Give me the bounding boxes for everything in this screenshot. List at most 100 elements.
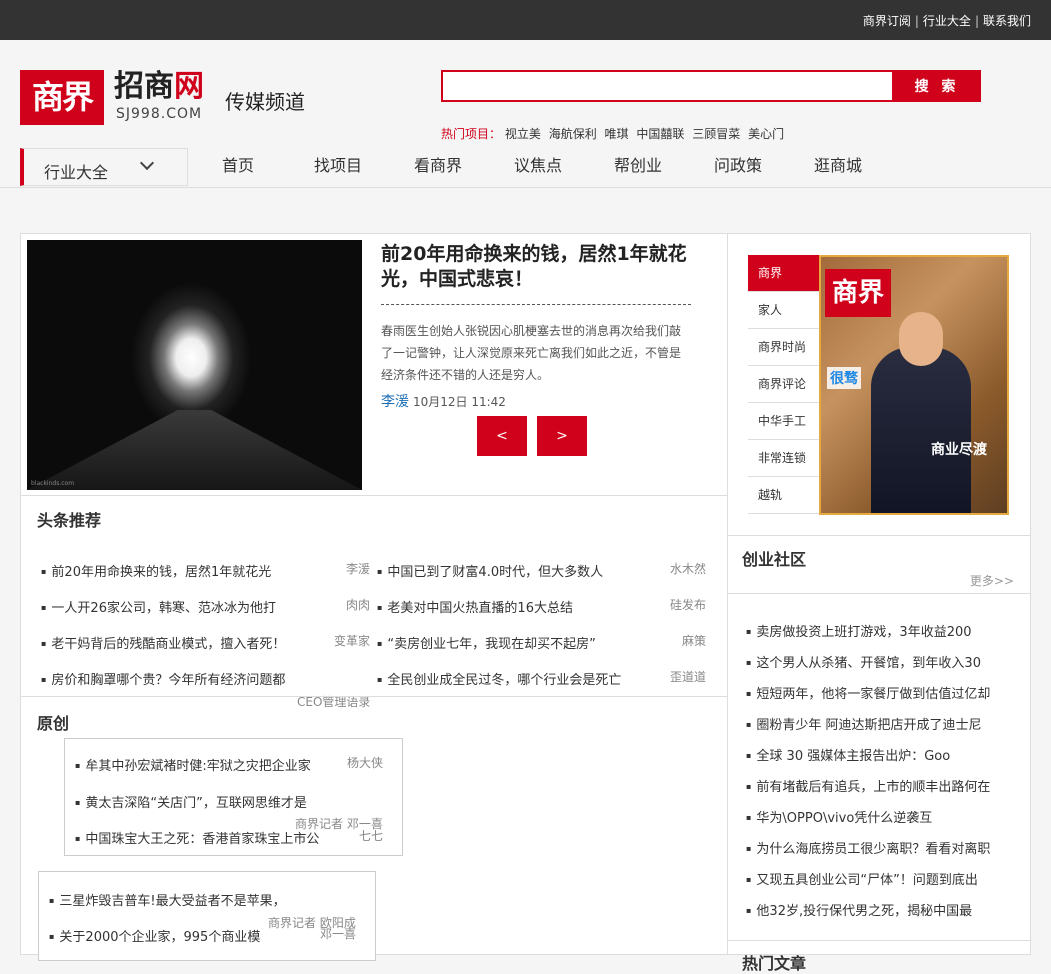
original-item[interactable]: 牟其中孙宏斌褚时健:牢狱之灾把企业家	[75, 755, 310, 774]
headline-author[interactable]: 麻策	[682, 632, 706, 649]
original-item[interactable]: 黄太吉深陷“关店门”，互联网思维才是	[75, 792, 306, 811]
community-item[interactable]: 又现五具创业公司“尸体”！问题到底出	[746, 869, 1026, 888]
section-divider	[728, 940, 1030, 941]
headline-author[interactable]: 歪道道	[670, 668, 706, 685]
community-item[interactable]: 圈粉青少年 阿迪达斯把店开成了迪士尼	[746, 714, 1026, 733]
tab-review[interactable]: 商界评论	[748, 366, 820, 403]
top-links: 商界订阅 | 行业大全 | 联系我们	[863, 12, 1031, 29]
headline-author[interactable]: 水木然	[670, 560, 706, 577]
prev-button[interactable]: <	[477, 416, 527, 456]
original-author[interactable]: 七七	[359, 827, 383, 844]
original-item[interactable]: 关于2000个企业家，995个商业模	[49, 926, 260, 945]
hot-item[interactable]: 中国囍联	[636, 127, 684, 141]
separator: |	[914, 14, 919, 28]
original-author[interactable]: 杨大侠	[347, 754, 383, 771]
original-box: 牟其中孙宏斌褚时健:牢狱之灾把企业家 杨大侠 黄太吉深陷“关店门”，互联网思维才…	[64, 738, 403, 856]
tab-chain[interactable]: 非常连锁	[748, 440, 820, 477]
nav-item-startup[interactable]: 帮创业	[614, 152, 662, 176]
nav-item-home[interactable]: 首页	[222, 152, 254, 176]
header: 商界 招商网 SJ998.COM 传媒频道 搜 索 热门项目： 视立美 海航保利…	[0, 40, 1051, 188]
headline-item[interactable]: 老干妈背后的残酷商业模式，擅入者死！	[41, 633, 285, 652]
chevron-down-icon	[139, 155, 155, 171]
hero-image[interactable]: blackinds.com	[27, 240, 362, 490]
original-title: 原创	[37, 714, 70, 733]
hot-item[interactable]: 海航保利	[549, 127, 597, 141]
nav-item-focus[interactable]: 议焦点	[514, 152, 562, 176]
magazine-logo: 商界	[825, 269, 891, 317]
hero-meta: 李湲 10月12日 11:42	[381, 391, 506, 411]
logo-domain: SJ998.COM	[116, 106, 203, 122]
hot-item[interactable]: 唯琪	[605, 127, 629, 141]
link-industry[interactable]: 行业大全	[923, 14, 971, 28]
original-item[interactable]: 三星炸毁吉普车!最大受益者不是苹果，	[49, 890, 285, 909]
link-contact[interactable]: 联系我们	[983, 14, 1031, 28]
headline-author[interactable]: 肉肉	[346, 596, 370, 613]
headline-item[interactable]: 全民创业成全民过冬，哪个行业会是死亡	[377, 669, 621, 688]
headline-item[interactable]: 房价和胸罩哪个贵？今年所有经济问题都	[41, 669, 285, 688]
main-content: blackinds.com 前20年用命换来的钱，居然1年就花光，中国式悲哀！ …	[20, 233, 729, 961]
community-item[interactable]: 他32岁,投行保代男之死，揭秘中国最	[746, 900, 1026, 919]
headline-item[interactable]: 一人开26家公司，韩寒、范冰冰为他打	[41, 597, 276, 616]
image-credit: blackinds.com	[31, 480, 75, 487]
link-subscribe[interactable]: 商界订阅	[863, 14, 911, 28]
headlines-title: 头条推荐	[37, 511, 102, 530]
more-link[interactable]: 更多>>	[970, 572, 1014, 589]
nav-item-shangjie[interactable]: 看商界	[414, 152, 462, 176]
hot-item[interactable]: 视立美	[505, 127, 541, 141]
search-bar: 搜 索	[441, 70, 981, 102]
nav-item-policy[interactable]: 问政策	[714, 152, 762, 176]
community-item[interactable]: 全球 30 强媒体主报告出炉：Goo	[746, 745, 1026, 764]
original-author[interactable]: 邓一喜	[320, 925, 356, 942]
next-section-title: 热门文章	[742, 954, 807, 973]
category-dropdown[interactable]: 行业大全	[20, 148, 188, 186]
tab-yuegui[interactable]: 越轨	[748, 477, 820, 514]
community-title: 创业社区	[742, 550, 807, 569]
logo-name-red: 网	[174, 69, 204, 104]
community-item[interactable]: 为什么海底捞员工很少离职？看看对离职	[746, 838, 1026, 857]
original-box: 三星炸毁吉普车!最大受益者不是苹果， 商界记者 欧阳成 关于2000个企业家，9…	[38, 871, 376, 961]
cover-text: 商业尽渡	[931, 442, 987, 458]
section-divider	[728, 593, 1030, 594]
headline-item[interactable]: “卖房创业七年，我现在却买不起房”	[377, 633, 595, 652]
hot-label: 热门项目：	[441, 127, 502, 141]
cover-person-body	[871, 347, 971, 513]
section-divider	[728, 535, 1030, 536]
section-divider	[21, 495, 729, 496]
hero-title[interactable]: 前20年用命换来的钱，居然1年就花光，中国式悲哀！	[381, 242, 701, 292]
cover-person-head	[899, 312, 943, 366]
nav-item-projects[interactable]: 找项目	[314, 152, 362, 176]
headline-author[interactable]: 李湲	[346, 560, 370, 577]
hot-item[interactable]: 三顾冒菜	[692, 127, 740, 141]
category-label: 行业大全	[44, 163, 109, 182]
logo-name[interactable]: 招商网	[114, 70, 204, 104]
tab-shangjie[interactable]: 商界	[748, 255, 820, 292]
headline-item[interactable]: 前20年用命换来的钱，居然1年就花光	[41, 561, 271, 580]
hot-item[interactable]: 美心门	[748, 127, 784, 141]
original-item[interactable]: 中国珠宝大王之死：香港首家珠宝上市公	[75, 828, 319, 847]
tab-family[interactable]: 家人	[748, 292, 820, 329]
tab-handcraft[interactable]: 中华手工	[748, 403, 820, 440]
community-item[interactable]: 短短两年，他将一家餐厅做到估值过亿却	[746, 683, 1026, 702]
hero-author[interactable]: 李湲	[381, 394, 409, 410]
next-button[interactable]: >	[537, 416, 587, 456]
search-input[interactable]	[441, 70, 894, 102]
nav-item-mall[interactable]: 逛商城	[814, 152, 862, 176]
headline-item[interactable]: 中国已到了财富4.0时代，但大多数人	[377, 561, 603, 580]
hero-description: 春雨医生创始人张锐因心肌梗塞去世的消息再次给我们敲了一记警钟，让人深觉原来死亡离…	[381, 324, 682, 382]
cover-headline: 很骛	[827, 367, 861, 389]
headline-author[interactable]: 硅发布	[670, 596, 706, 613]
headline-item[interactable]: 老美对中国火热直播的16大总结	[377, 597, 573, 616]
community-item[interactable]: 华为\OPPO\vivo凭什么逆袭互	[746, 807, 1026, 826]
section-divider	[21, 696, 729, 697]
community-item[interactable]: 这个男人从杀猪、开餐馆，到年收入30	[746, 652, 1026, 671]
headline-author[interactable]: 变革家	[334, 632, 370, 649]
community-item[interactable]: 卖房做投资上班打游戏，3年收益200	[746, 621, 1026, 640]
magazine-cover[interactable]: 商界 很骛 商业尽渡	[819, 255, 1009, 515]
tunnel-floor	[27, 410, 362, 490]
community-item[interactable]: 前有堵截后有追兵，上市的顺丰出路何在	[746, 776, 1026, 795]
channel-title: 传媒频道	[225, 90, 305, 114]
separator: |	[974, 14, 979, 28]
logo-mark[interactable]: 商界	[20, 70, 104, 125]
tab-fashion[interactable]: 商界时尚	[748, 329, 820, 366]
search-button[interactable]: 搜 索	[893, 70, 981, 102]
